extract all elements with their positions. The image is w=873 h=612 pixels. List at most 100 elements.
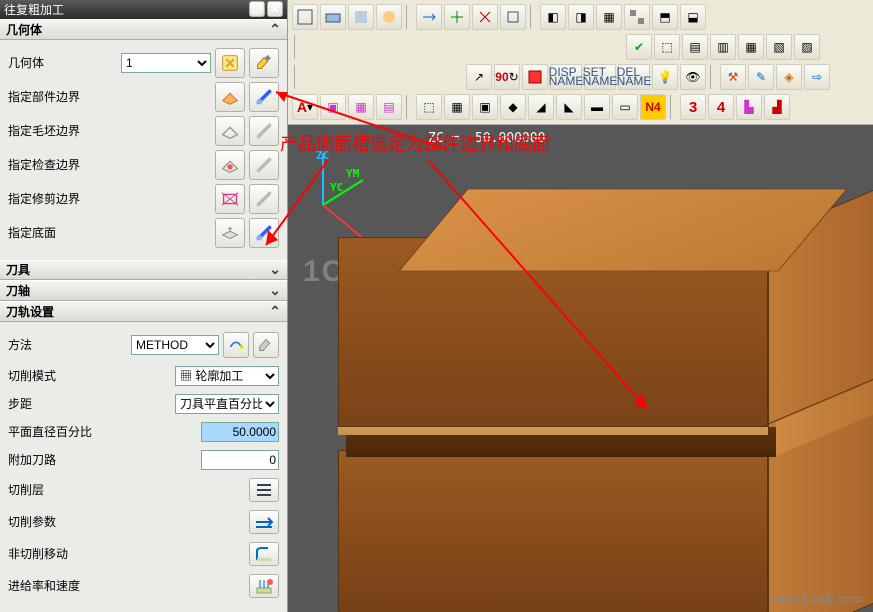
tb-icon-46[interactable]: ▣ — [472, 94, 498, 120]
section-geometry-header[interactable]: 几何体 ⌃ — [0, 19, 287, 40]
tb-icon-55[interactable]: ▟ — [764, 94, 790, 120]
tb-icon-n4[interactable]: N4 — [640, 94, 666, 120]
geometry-select[interactable]: 1 — [121, 53, 211, 73]
tb-icon-50[interactable]: ▬ — [584, 94, 610, 120]
extra-path-input[interactable] — [201, 450, 279, 470]
floor-display-button[interactable] — [249, 218, 279, 248]
tb-eye-icon[interactable]: 👁 — [680, 64, 706, 90]
section-tool-axis-label: 刀轴 — [6, 282, 30, 299]
section-tool-label: 刀具 — [6, 261, 30, 278]
tb-icon-2[interactable] — [320, 4, 346, 30]
tb-icon-42[interactable]: ▦ — [348, 94, 374, 120]
feeds-button[interactable] — [249, 574, 279, 598]
trim-boundary-display-button[interactable] — [249, 184, 279, 214]
tb-disp-button[interactable]: DISPNAME — [550, 64, 582, 90]
tb-icon-49[interactable]: ◣ — [556, 94, 582, 120]
tb-icon-23[interactable]: ▥ — [710, 34, 736, 60]
tb-icon-24[interactable]: ▦ — [738, 34, 764, 60]
tb-icon-10[interactable]: ◨ — [568, 4, 594, 30]
blank-boundary-display-button[interactable] — [249, 116, 279, 146]
section-path-header[interactable]: 刀轨设置 ⌃ — [0, 301, 287, 322]
tb-icon-41[interactable]: ▣ — [320, 94, 346, 120]
step-select[interactable]: 刀具平直百分比 — [175, 394, 279, 414]
tb-icon-44[interactable]: ⬚ — [416, 94, 442, 120]
tb-arrow-icon[interactable]: ⇨ — [804, 64, 830, 90]
tb-icon-47[interactable]: ◆ — [500, 94, 526, 120]
tb-check-icon[interactable]: ✔ — [626, 34, 652, 60]
section-tool-axis-header[interactable]: 刀轴 ⌄ — [0, 280, 287, 301]
geometry-label: 几何体 — [8, 54, 121, 71]
tb-icon-25[interactable]: ▧ — [766, 34, 792, 60]
tb-pencil-icon[interactable]: ✎ — [748, 64, 774, 90]
tb-3-button[interactable]: 3 — [680, 94, 706, 120]
method-new-button[interactable] — [223, 332, 249, 358]
feeds-label: 进给率和速度 — [8, 577, 249, 594]
check-boundary-select-button[interactable] — [215, 150, 245, 180]
viewport-area: ◧ ◨ ▦ ⬒ ⬓ ✔ ⬚ ▤ ▥ ▦ ▧ ▨ ↗ 90↻ DISPNAME S… — [288, 0, 873, 612]
tb-icon-1[interactable] — [292, 4, 318, 30]
tb-icon-3[interactable] — [348, 4, 374, 30]
method-label: 方法 — [8, 336, 131, 353]
tb-icon-54[interactable]: ▙ — [736, 94, 762, 120]
cut-params-button[interactable] — [249, 510, 279, 534]
method-edit-button[interactable] — [253, 332, 279, 358]
annotation-text: 产品侧面槽选定为部件边界和底面 — [278, 128, 552, 158]
operation-panel: 往复粗加工 ✕ 几何体 ⌃ 几何体 1 指定部件边界 指定毛坯边界 — [0, 0, 288, 612]
close-icon[interactable]: ✕ — [267, 1, 283, 17]
tb-icon-43[interactable]: ▤ — [376, 94, 402, 120]
tb-icon-13[interactable]: ⬒ — [652, 4, 678, 30]
tb-icon-31[interactable]: ↗ — [466, 64, 492, 90]
method-select[interactable]: METHOD — [131, 335, 219, 355]
check-boundary-display-button[interactable] — [249, 150, 279, 180]
watermark-url: www.1CAE.com — [770, 591, 863, 606]
toolbar-row-2: ✔ ⬚ ▤ ▥ ▦ ▧ ▨ — [290, 32, 871, 62]
panel-title-text: 往复粗加工 — [4, 1, 247, 18]
section-tool-header[interactable]: 刀具 ⌄ — [0, 260, 287, 281]
tb-icon-4[interactable] — [376, 4, 402, 30]
section-geometry-label: 几何体 — [6, 21, 42, 38]
geometry-new-button[interactable] — [215, 48, 245, 78]
blank-boundary-select-button[interactable] — [215, 116, 245, 146]
tb-icon-11[interactable]: ▦ — [596, 4, 622, 30]
section-geometry-body: 几何体 1 指定部件边界 指定毛坯边界 指定检查边界 — [0, 40, 287, 260]
tb-icon-48[interactable]: ◢ — [528, 94, 554, 120]
tb-tools-icon[interactable]: ⚒ — [720, 64, 746, 90]
cut-layer-button[interactable] — [249, 478, 279, 502]
tb-icon-9[interactable]: ◧ — [540, 4, 566, 30]
tb-icon-51[interactable]: ▭ — [612, 94, 638, 120]
tb-icon-22[interactable]: ▤ — [682, 34, 708, 60]
toolbar-row-1: ◧ ◨ ▦ ⬒ ⬓ — [290, 2, 871, 32]
geometry-edit-button[interactable] — [249, 48, 279, 78]
tb-del-button[interactable]: DELNAME — [618, 64, 650, 90]
cut-pattern-select[interactable]: ▦ 轮廓加工 — [175, 366, 279, 386]
tb-90-button[interactable]: 90↻ — [494, 64, 520, 90]
plane-pct-input[interactable] — [201, 422, 279, 442]
cut-params-label: 切削参数 — [8, 513, 249, 530]
floor-select-button[interactable] — [215, 218, 245, 248]
tb-icon-7[interactable] — [472, 4, 498, 30]
part-boundary-select-button[interactable] — [215, 82, 245, 112]
toolbar-row-4: A▾ ▣ ▦ ▤ ⬚ ▦ ▣ ◆ ◢ ◣ ▬ ▭ N4 3 4 ▙ ▟ — [290, 92, 871, 122]
tb-icon-21[interactable]: ⬚ — [654, 34, 680, 60]
3d-viewport[interactable]: ZC = -50.000000 ZC YM YC XC XM 1CAE.COM … — [288, 125, 873, 612]
tb-4-button[interactable]: 4 — [708, 94, 734, 120]
pin-icon[interactable] — [249, 1, 265, 17]
tb-set-button[interactable]: SETNAME — [584, 64, 616, 90]
part-boundary-display-button[interactable] — [249, 82, 279, 112]
noncut-button[interactable] — [249, 542, 279, 566]
tb-tag-icon[interactable]: ◈ — [776, 64, 802, 90]
blank-boundary-label: 指定毛坯边界 — [8, 122, 215, 139]
tb-icon-45[interactable]: ▦ — [444, 94, 470, 120]
chevron-up-icon: ⌃ — [269, 21, 281, 38]
tb-bulb-icon[interactable]: 💡 — [652, 64, 678, 90]
tb-icon-5[interactable] — [416, 4, 442, 30]
tb-book-icon[interactable] — [522, 64, 548, 90]
tb-icon-8[interactable] — [500, 4, 526, 30]
tb-icon-6[interactable] — [444, 4, 470, 30]
tb-icon-26[interactable]: ▨ — [794, 34, 820, 60]
section-path-label: 刀轨设置 — [6, 303, 54, 320]
tb-a-button[interactable]: A▾ — [292, 94, 318, 120]
trim-boundary-select-button[interactable] — [215, 184, 245, 214]
tb-icon-14[interactable]: ⬓ — [680, 4, 706, 30]
tb-icon-12[interactable] — [624, 4, 650, 30]
